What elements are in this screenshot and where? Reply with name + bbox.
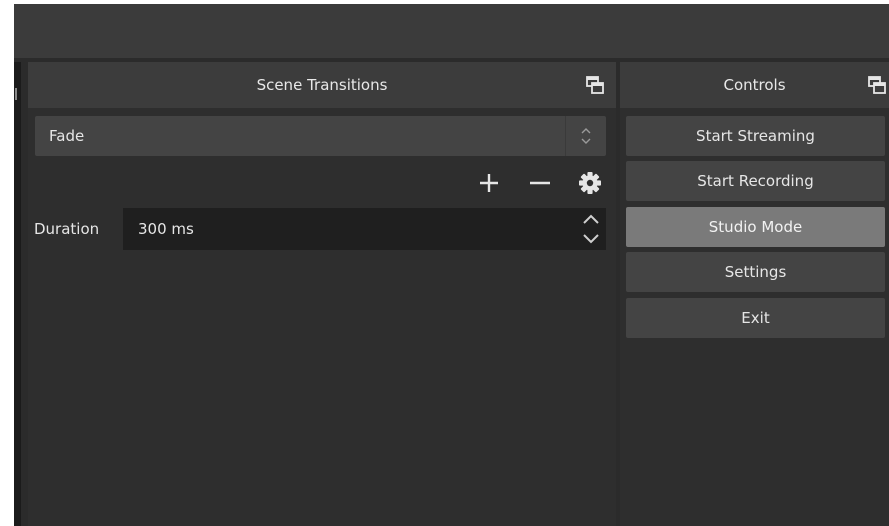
controls-title: Controls: [723, 76, 786, 94]
chevron-up-icon[interactable]: [576, 208, 606, 229]
float-dock-icon[interactable]: [867, 75, 887, 95]
top-bar: [14, 4, 889, 58]
obs-main-window: Scene Transitions Fade Duration 300 ms C…: [14, 4, 889, 526]
gear-icon[interactable]: [575, 166, 605, 200]
float-dock-icon[interactable]: [585, 75, 605, 95]
duration-spinbox[interactable]: 300 ms: [123, 208, 606, 250]
minus-icon[interactable]: [525, 166, 555, 200]
left-dock-edge: [14, 62, 21, 526]
duration-label: Duration: [34, 220, 100, 238]
start-streaming-button[interactable]: Start Streaming: [626, 116, 885, 156]
chevron-updown-icon[interactable]: [565, 116, 606, 156]
scene-transitions-header: Scene Transitions: [28, 62, 616, 108]
transition-select[interactable]: Fade: [35, 116, 606, 156]
controls-dock: Controls Start Streaming Start Recording…: [620, 62, 889, 526]
exit-button[interactable]: Exit: [626, 298, 885, 338]
studio-mode-button[interactable]: Studio Mode: [626, 207, 885, 247]
controls-header: Controls: [620, 62, 889, 108]
scene-transitions-title: Scene Transitions: [256, 76, 388, 94]
settings-button[interactable]: Settings: [626, 252, 885, 292]
duration-value: 300 ms: [138, 220, 194, 238]
scene-transitions-dock: Scene Transitions Fade Duration 300 ms: [28, 62, 616, 526]
transition-select-value: Fade: [49, 127, 85, 145]
dock-resize-grip[interactable]: [15, 88, 17, 100]
chevron-down-icon[interactable]: [576, 229, 606, 250]
plus-icon[interactable]: [474, 166, 504, 200]
start-recording-button[interactable]: Start Recording: [626, 161, 885, 201]
